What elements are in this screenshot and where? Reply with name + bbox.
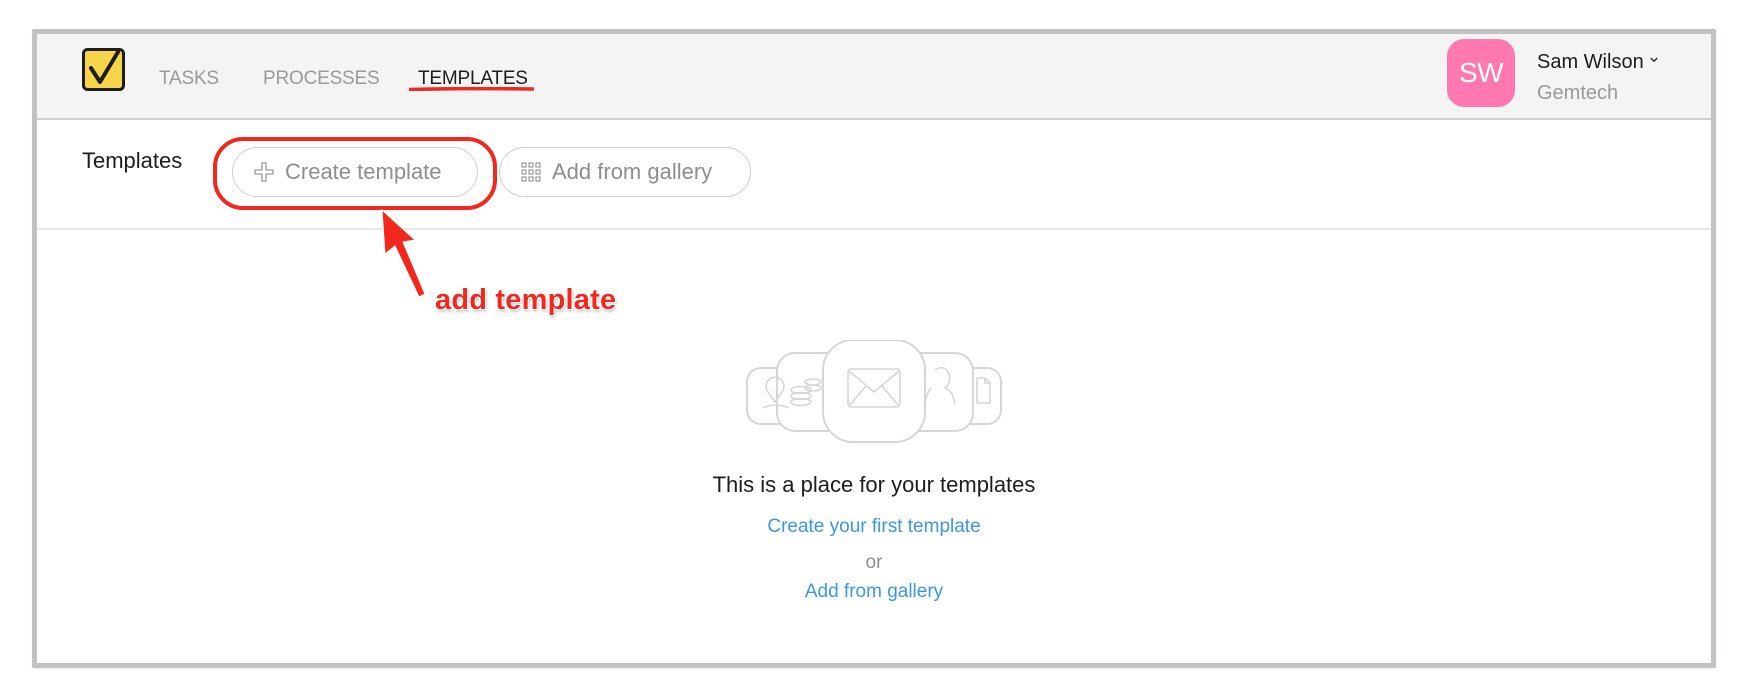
add-from-gallery-row: Add from gallery [37, 581, 1711, 603]
grid-icon [521, 162, 541, 182]
avatar-initials: SW [1458, 57, 1504, 88]
create-template-button[interactable]: Create template [232, 147, 478, 197]
nav-tab-tasks[interactable]: TASKS [159, 68, 219, 90]
plus-icon [254, 162, 274, 182]
create-template-label: Create template [285, 159, 442, 184]
create-first-template-row: Create your first template [37, 516, 1711, 538]
annotation-underline [409, 87, 534, 91]
empty-state-or: or [865, 552, 883, 573]
user-avatar[interactable]: SW [1447, 39, 1515, 107]
user-name: Sam Wilson [1537, 51, 1644, 73]
create-first-template-link[interactable]: Create your first template [767, 516, 980, 537]
user-organization: Gemtech [1537, 82, 1619, 104]
add-from-gallery-button[interactable]: Add from gallery [499, 147, 751, 197]
user-menu[interactable]: Sam Wilson [1537, 50, 1658, 74]
nav-tab-processes[interactable]: PROCESSES [263, 68, 380, 90]
app-window: TASKS PROCESSES TEMPLATES SW Sam Wilson … [32, 29, 1716, 668]
templates-toolbar: Templates Create template Add from galle… [37, 120, 1711, 230]
page-title: Templates [82, 148, 183, 173]
add-from-gallery-link[interactable]: Add from gallery [805, 581, 943, 602]
checkbox-check-icon[interactable] [82, 48, 125, 91]
add-from-gallery-label: Add from gallery [552, 159, 713, 184]
chevron-down-icon [1650, 57, 1658, 63]
top-nav-bar: TASKS PROCESSES TEMPLATES SW Sam Wilson … [37, 34, 1711, 120]
annotation-label: add template [435, 284, 617, 316]
empty-state-illustration [746, 340, 1002, 443]
empty-state-title: This is a place for your templates [712, 472, 1036, 497]
